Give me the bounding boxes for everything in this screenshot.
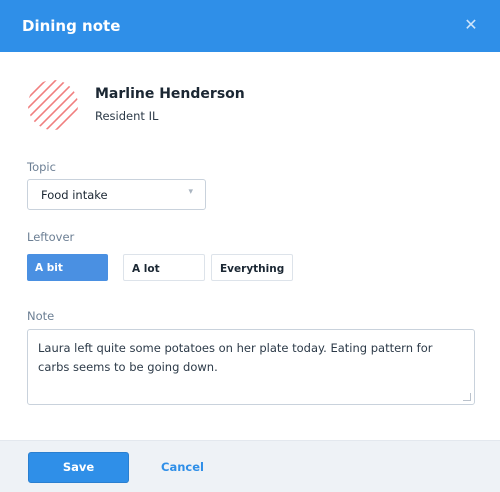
topic-select[interactable]: Food intake ▾ xyxy=(27,179,206,210)
topic-label: Topic xyxy=(27,160,56,174)
leftover-option-everything[interactable]: Everything xyxy=(211,254,293,281)
dialog-footer: Save Cancel xyxy=(0,440,500,492)
dialog-title: Dining note xyxy=(22,17,121,35)
dialog-header: Dining note ✕ xyxy=(0,0,500,52)
note-text: Laura left quite some potatoes on her pl… xyxy=(38,341,433,374)
close-icon[interactable]: ✕ xyxy=(461,14,481,36)
avatar-placeholder-icon xyxy=(28,80,78,130)
topic-select-value: Food intake xyxy=(41,188,108,202)
leftover-option-label: A bit xyxy=(35,262,63,274)
save-button[interactable]: Save xyxy=(28,452,129,483)
leftover-option-label: A lot xyxy=(132,263,160,275)
dining-note-dialog: Dining note ✕ Marline Henderson Resident… xyxy=(0,0,500,492)
note-label: Note xyxy=(27,309,55,323)
leftover-option-a-bit[interactable]: A bit xyxy=(27,254,108,281)
leftover-label: Leftover xyxy=(27,230,75,244)
cancel-button[interactable]: Cancel xyxy=(161,460,204,474)
chevron-down-icon: ▾ xyxy=(188,187,193,197)
resident-role: Resident IL xyxy=(95,109,159,123)
resident-name: Marline Henderson xyxy=(95,86,245,102)
leftover-option-label: Everything xyxy=(220,263,285,275)
note-textarea[interactable]: Laura left quite some potatoes on her pl… xyxy=(27,329,475,405)
leftover-option-a-lot[interactable]: A lot xyxy=(123,254,205,281)
resize-handle-icon[interactable] xyxy=(463,393,471,401)
